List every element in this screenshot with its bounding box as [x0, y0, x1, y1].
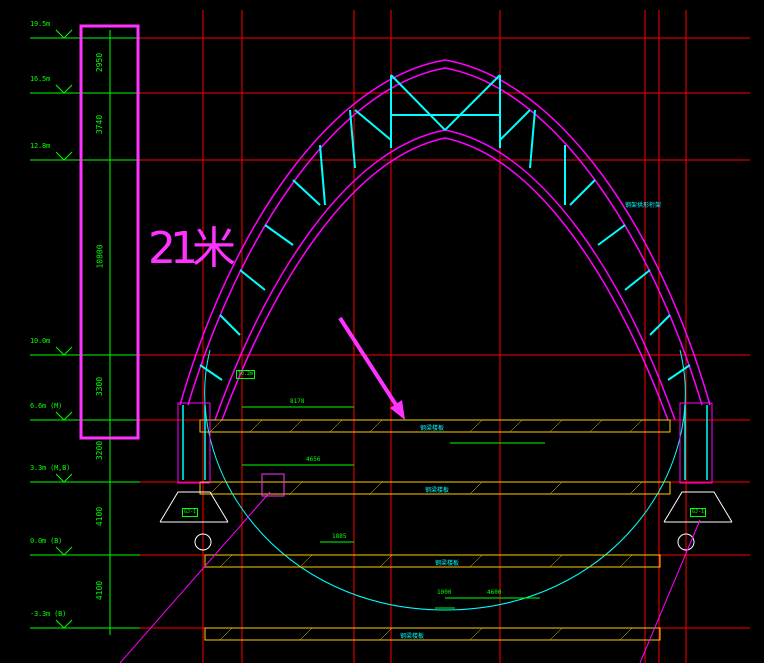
vertical-dimension: 4100	[95, 580, 105, 601]
horizontal-dimension: 4656	[306, 456, 321, 463]
column-tag: GJ-1	[690, 508, 707, 517]
vertical-dimension: 3300	[95, 376, 105, 397]
beam-label: 钢梁楼板	[400, 633, 425, 640]
foundations	[159, 491, 733, 551]
vertical-dimension: 10800	[95, 244, 105, 269]
vertical-dimension: 4100	[95, 506, 105, 527]
section-box	[261, 473, 285, 497]
elevation-label: 10.0m	[30, 337, 51, 345]
beam-label: 钢梁楼板	[435, 560, 460, 567]
handwritten-note: 21米	[148, 223, 236, 274]
elevation-label: 3.3m (M,B)	[30, 464, 71, 472]
vertical-dimension: 3740	[95, 114, 105, 135]
vertical-dimension: 2950	[95, 52, 105, 73]
column-tag: GJ-1	[182, 508, 199, 517]
tunnel-curve	[204, 349, 686, 611]
beam-label: 钢梁楼板	[420, 425, 445, 432]
elevation-label: -3.3m (B)	[30, 610, 67, 618]
pointer-arrow	[338, 316, 405, 420]
horizontal-dimension: 8178	[290, 398, 305, 405]
horizontal-dimension: 1885	[332, 533, 347, 540]
elevation-label: 12.8m	[30, 142, 51, 150]
cad-canvas: 19.5m 16.5m 12.8m 10.0m 6.6m (M) 3.3m (M…	[0, 0, 764, 663]
horizontal-dimension: 4600	[487, 589, 502, 596]
beam-label: 钢梁楼板	[425, 487, 450, 494]
horizontal-dimension: 1000	[437, 589, 452, 596]
elevation-label: 16.5m	[30, 75, 51, 83]
elevation-tag: 10.2m	[236, 370, 256, 379]
arch-truss	[199, 74, 691, 381]
columns	[177, 402, 713, 484]
slabs	[199, 419, 671, 641]
vertical-dimension: 3200	[95, 440, 105, 461]
arch-elevation-drawing	[30, 10, 750, 663]
elevation-label: 0.0m (B)	[30, 537, 63, 545]
elevation-label: 6.6m (M)	[30, 402, 63, 410]
elevation-label: 19.5m	[30, 20, 51, 28]
column-rebar	[182, 405, 708, 480]
truss-note: 钢架拱形桁架	[625, 202, 662, 209]
